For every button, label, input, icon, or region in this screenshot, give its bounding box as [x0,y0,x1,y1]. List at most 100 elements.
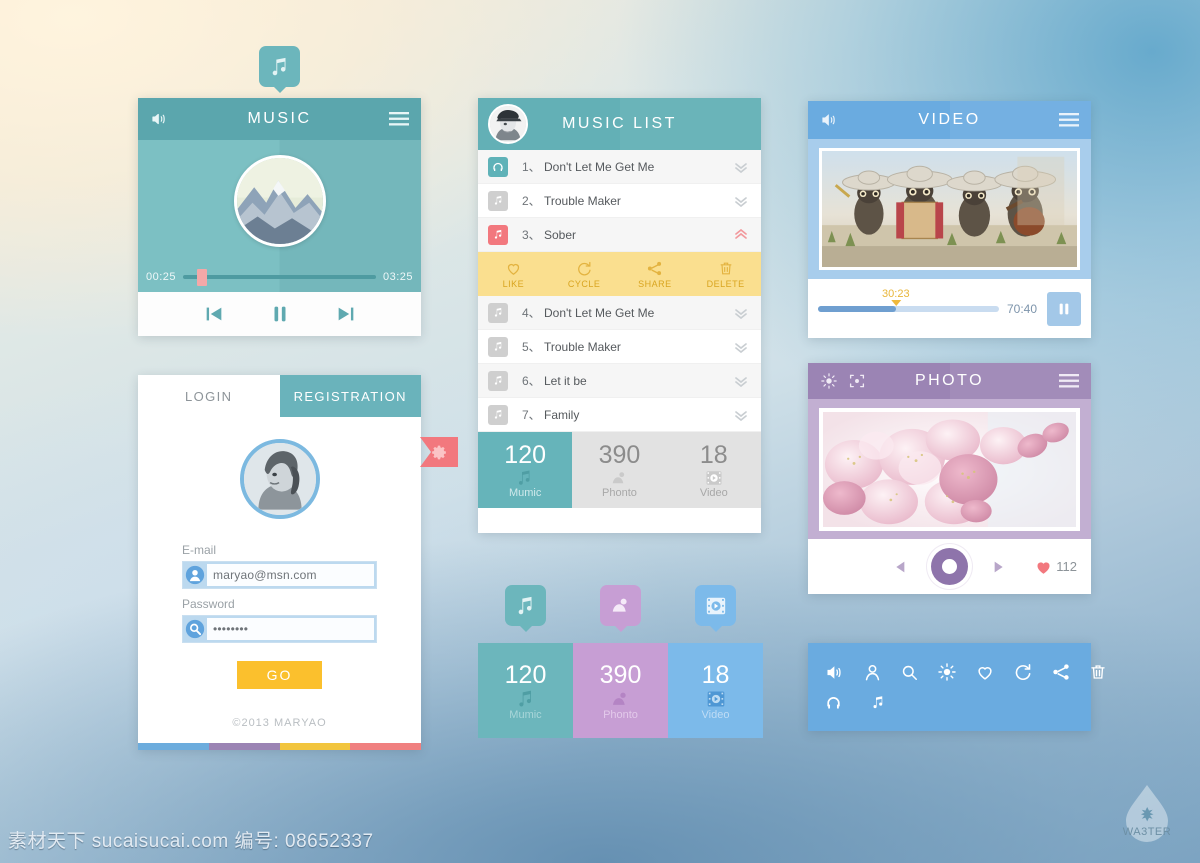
next-arrow-icon[interactable] [990,558,1006,576]
search-icon[interactable] [900,663,919,682]
next-track-icon[interactable] [335,303,357,325]
chevron-down-icon[interactable] [731,161,751,173]
wa3ter-logo: WA3TER [1116,779,1178,845]
password-input[interactable] [207,618,374,640]
album-art-area [138,140,421,262]
chevron-down-icon[interactable] [731,409,751,421]
chevron-down-icon[interactable] [731,195,751,207]
list-item[interactable]: 5、 Trouble Maker [478,330,761,364]
video-thumbnail[interactable] [819,148,1080,270]
photo-icon [610,469,629,487]
trash-icon[interactable] [1089,662,1107,682]
like-count: 112 [1056,559,1077,574]
hamburger-menu-icon[interactable] [1059,112,1079,128]
pause-icon[interactable] [269,302,291,326]
chevron-down-icon[interactable] [731,341,751,353]
email-label: E-mail [182,543,217,557]
heart-icon[interactable] [975,663,995,682]
tile-video[interactable]: #tiles .tile-col:nth-child(3) .pin-badge… [668,585,763,738]
tile-photo[interactable]: #tiles .tile-col:nth-child(2) .pin-badge… [573,585,668,738]
chevron-up-icon[interactable] [731,228,751,241]
music-note-icon [488,224,508,245]
user-icon[interactable] [863,663,882,682]
delete-action[interactable]: DELETE [690,252,761,296]
playback-controls [138,292,421,336]
seek-track[interactable] [183,269,376,286]
page-title: VIDEO [918,111,981,128]
video-header: VIDEO [808,101,1091,139]
stat-music[interactable]: 120 Mumic [478,432,573,508]
list-item[interactable]: 4、 Don't Let Me Get Me [478,296,761,330]
pause-icon[interactable] [1047,291,1081,326]
list-item[interactable]: 1、 Don't Let Me Get Me [478,150,761,184]
cycle-label: CYCLE [567,278,601,289]
icon-palette-panel [808,643,1105,731]
icon-palette-row-2 [824,687,1075,717]
list-item-label: Don't Let Me Get Me [544,159,655,174]
music-seek-bar[interactable]: 00:25 03:25 [138,262,421,292]
submit-button[interactable]: GO [237,661,322,689]
share-icon[interactable] [1051,662,1071,682]
video-seek-bar[interactable]: 30:23 [818,288,999,312]
video-duration: 70:40 [1006,301,1037,316]
hamburger-menu-icon[interactable] [1059,373,1079,389]
list-item[interactable]: 6、 Let it be [478,364,761,398]
music-list-panel: MUSIC LIST 1、 Don't Let Me Get Me 2、 Tro… [478,98,761,533]
tile-body-video[interactable]: 18 Video [668,643,763,738]
elapsed-time: 00:25 [146,271,177,283]
stat-video[interactable]: 18 Video [666,432,761,508]
video-progress-fill [818,305,896,312]
previous-arrow-icon[interactable] [893,558,909,576]
share-label: SHARE [638,278,672,289]
volume-icon[interactable] [824,663,845,682]
tile-body-music[interactable]: 120 Mumic [478,643,573,738]
strip-segment-blue [138,743,209,750]
music-note-pin-icon: #tiles .tile-col:nth-child(1) .pin-badge… [505,585,546,626]
like-counter[interactable]: 112 [1034,558,1077,576]
brightness-icon[interactable] [937,662,957,682]
tile-music[interactable]: #tiles .tile-col:nth-child(1) .pin-badge… [478,585,573,738]
chevron-down-icon[interactable] [731,307,751,319]
repeat-icon[interactable] [1013,662,1033,682]
list-item[interactable]: 7、 Family [478,398,761,432]
hamburger-menu-icon[interactable] [389,111,409,127]
list-item-label: Family [544,407,580,422]
tile-body-photo[interactable]: 390 Phonto [573,643,668,738]
share-action[interactable]: SHARE [620,252,691,296]
user-avatar[interactable] [488,104,528,144]
tab-login[interactable]: LOGIN [138,375,280,417]
stat-photo[interactable]: 390 Phonto [572,432,667,508]
email-input[interactable] [207,564,374,586]
tab-registration[interactable]: REGISTRATION [279,375,421,417]
chevron-down-icon[interactable] [731,375,751,387]
watermark-text: 素材天下 sucaisucai.com 编号: 08652337 [8,831,374,852]
cycle-action[interactable]: CYCLE [549,252,620,296]
headphones-icon[interactable] [824,694,843,711]
like-action[interactable]: LIKE [478,252,549,296]
volume-icon[interactable] [820,111,838,129]
video-track[interactable] [818,305,999,312]
crop-frame-icon[interactable] [848,372,866,390]
volume-icon[interactable] [150,110,168,128]
seek-handle[interactable] [196,269,207,286]
tile-value: 390 [599,660,642,689]
duration-time: 03:25 [382,271,413,283]
brightness-icon[interactable] [820,372,838,390]
track-actions-bar: LIKE CYCLE SHARE DELETE [478,252,761,296]
music-list-header: MUSIC LIST [478,98,761,150]
password-field[interactable] [182,615,377,643]
strip-segment-red [350,743,421,750]
previous-track-icon[interactable] [203,303,225,325]
settings-flag-button[interactable] [420,437,458,467]
shutter-icon[interactable] [931,548,968,585]
email-field[interactable] [182,561,377,589]
photo-thumbnail[interactable] [819,407,1080,531]
tile-label: Video [701,708,730,721]
video-icon [705,469,723,487]
list-item[interactable]: 2、 Trouble Maker [478,184,761,218]
search-icon [183,616,207,642]
music-note-icon[interactable] [871,694,886,711]
list-item[interactable]: 3、 Sober [478,218,761,252]
heart-filled-icon [1034,558,1053,576]
music-note-icon [488,190,508,211]
